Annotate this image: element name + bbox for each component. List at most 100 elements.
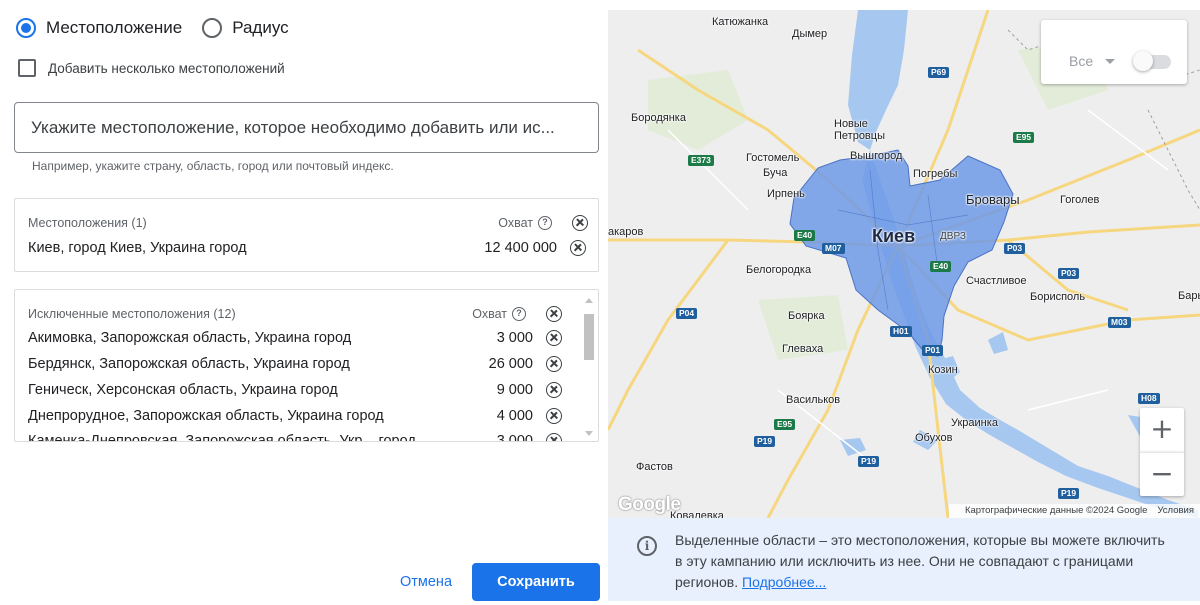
location-reach: 26 000	[488, 356, 533, 372]
map-label-schastlivoe: Счастливое	[966, 275, 1027, 287]
remove-all-included-icon[interactable]	[572, 215, 588, 231]
reach-label: Охват	[498, 216, 533, 230]
excluded-locations-card: Исключенные местоположения (12) Охват ? …	[14, 289, 599, 442]
multi-location-checkbox[interactable]	[18, 59, 36, 77]
map-label-dymer: Дымер	[792, 28, 828, 40]
excluded-scrollbar[interactable]	[583, 298, 595, 436]
location-panel: Местоположение Радиус Добавить несколько…	[0, 0, 605, 605]
excluded-row: Каменка-Днепровская, Запорожская область…	[28, 433, 562, 442]
road-badge: E95	[1013, 132, 1035, 143]
map-label-novye-petrovcy: Новые Петровцы	[834, 118, 885, 142]
location-name: Киев, город Киев, Украина город	[28, 240, 247, 256]
learn-more-link[interactable]: Подробнее...	[742, 574, 826, 590]
included-reach-header: Охват ?	[498, 216, 552, 230]
excluded-row: Днепрорудное, Запорожская область, Украи…	[28, 408, 562, 424]
road-badge: M03	[1108, 317, 1131, 328]
road-badge: P03	[1004, 243, 1026, 254]
google-logo: Google	[618, 494, 681, 515]
road-badge: P01	[922, 345, 944, 356]
toggle-filter-label[interactable]: Все	[1069, 53, 1093, 69]
attribution-text: Картографические данные ©2024 Google	[964, 505, 1148, 516]
map-label-irpen: Ирпень	[767, 188, 805, 200]
included-row: Киев, город Киев, Украина город 12 400 0…	[28, 240, 586, 256]
scroll-thumb[interactable]	[584, 314, 594, 360]
radio-radius[interactable]: Радиус	[202, 18, 289, 38]
included-header: Местоположения (1) Охват ?	[28, 215, 588, 231]
map-label-pogreby: Погребы	[913, 168, 958, 180]
remove-all-excluded-icon[interactable]	[546, 306, 562, 322]
zoom-out-button[interactable]: −	[1140, 452, 1184, 496]
map-base	[608, 10, 1200, 518]
road-badge: H08	[1138, 393, 1160, 404]
map-label-obuhov: Обухов	[915, 432, 953, 444]
multi-location-label: Добавить несколько местоположений	[48, 60, 285, 76]
location-reach: 3 000	[496, 433, 533, 442]
terms-link[interactable]: Условия	[1157, 505, 1194, 517]
reach-label: Охват	[472, 307, 507, 321]
road-badge: P04	[676, 308, 698, 319]
info-text-block: Выделенные области – это местоположения,…	[675, 530, 1175, 593]
location-reach: 3 000	[496, 330, 533, 346]
map-label-fastov: Фастов	[636, 461, 673, 473]
remove-location-icon[interactable]	[546, 356, 562, 372]
location-name: Акимовка, Запорожская область, Украина г…	[28, 330, 352, 346]
road-badge: E40	[794, 230, 816, 241]
map-label-bary: Бары	[1178, 290, 1200, 302]
location-name: Каменка-Днепровская, Запорожская область…	[28, 433, 416, 442]
excluded-row: Бердянск, Запорожская область, Украина г…	[28, 356, 562, 372]
radio-unchecked-icon[interactable]	[202, 18, 223, 38]
map-label-borodyanka: Бородянка	[631, 112, 686, 124]
multi-location-checkbox-row[interactable]: Добавить несколько местоположений	[18, 59, 285, 77]
map-label-katyuzhanka: Катюжанка	[712, 16, 769, 28]
road-badge: H01	[890, 326, 912, 337]
map-label-gogolev: Гоголев	[1060, 194, 1100, 206]
location-search-box[interactable]	[14, 102, 599, 153]
excluded-reach-header: Охват ?	[472, 307, 526, 321]
remove-location-icon[interactable]	[546, 330, 562, 346]
help-icon[interactable]: ?	[512, 307, 526, 321]
toggle-knob[interactable]	[1133, 51, 1153, 71]
road-badge: P03	[1058, 268, 1080, 279]
radio-radius-label: Радиус	[232, 18, 289, 37]
map-label-brovary: Бровары	[966, 192, 1020, 207]
radio-checked-icon[interactable]	[16, 18, 36, 38]
scroll-up-icon[interactable]	[585, 298, 593, 303]
map-label-borispol: Борисполь	[1030, 291, 1086, 303]
location-name: Геническ, Херсонская область, Украина го…	[28, 382, 338, 398]
map-label-dvrz: ДВРЗ	[940, 231, 966, 242]
included-locations-card: Местоположения (1) Охват ? Киев, город К…	[14, 198, 599, 272]
help-icon[interactable]: ?	[538, 216, 552, 230]
zoom-in-button[interactable]: +	[1140, 408, 1184, 452]
excluded-row: Акимовка, Запорожская область, Украина г…	[28, 330, 562, 346]
remove-location-icon[interactable]	[546, 433, 562, 441]
map-attribution: Картографические данные ©2024 Google Усл…	[948, 504, 1200, 518]
search-hint: Например, укажите страну, область, город…	[32, 159, 394, 173]
road-badge: P19	[754, 436, 776, 447]
location-reach: 12 400 000	[484, 240, 557, 256]
chevron-down-icon[interactable]	[1105, 59, 1115, 64]
scroll-down-icon[interactable]	[585, 431, 593, 436]
cancel-button[interactable]: Отмена	[388, 563, 464, 601]
remove-location-icon[interactable]	[546, 408, 562, 424]
location-type-radio-group: Местоположение Радиус	[16, 18, 309, 38]
location-search-input[interactable]	[31, 117, 582, 138]
radio-location-label: Местоположение	[46, 18, 183, 37]
included-title: Местоположения (1)	[28, 216, 147, 230]
radio-location[interactable]: Местоположение	[16, 18, 182, 38]
location-reach: 9 000	[496, 382, 533, 398]
remove-location-icon[interactable]	[570, 240, 586, 256]
road-badge: E40	[930, 261, 952, 272]
map-label-kiev: Киев	[872, 226, 916, 246]
map-label-bucha: Буча	[763, 167, 788, 179]
save-button[interactable]: Сохранить	[472, 563, 600, 601]
road-badge: P19	[858, 456, 880, 467]
road-badge: P69	[928, 67, 950, 78]
map-label-boyarka: Боярка	[788, 310, 825, 322]
map-label-vasilkov: Васильков	[786, 394, 841, 406]
location-name: Днепрорудное, Запорожская область, Украи…	[28, 408, 384, 424]
map-view[interactable]: Катюжанка Дымер Бородянка Новые Петровцы…	[608, 10, 1200, 518]
remove-location-icon[interactable]	[546, 382, 562, 398]
map-label-glevaha: Глеваха	[782, 343, 824, 355]
location-reach: 4 000	[496, 408, 533, 424]
map-label-gostomel: Гостомель	[746, 152, 800, 164]
